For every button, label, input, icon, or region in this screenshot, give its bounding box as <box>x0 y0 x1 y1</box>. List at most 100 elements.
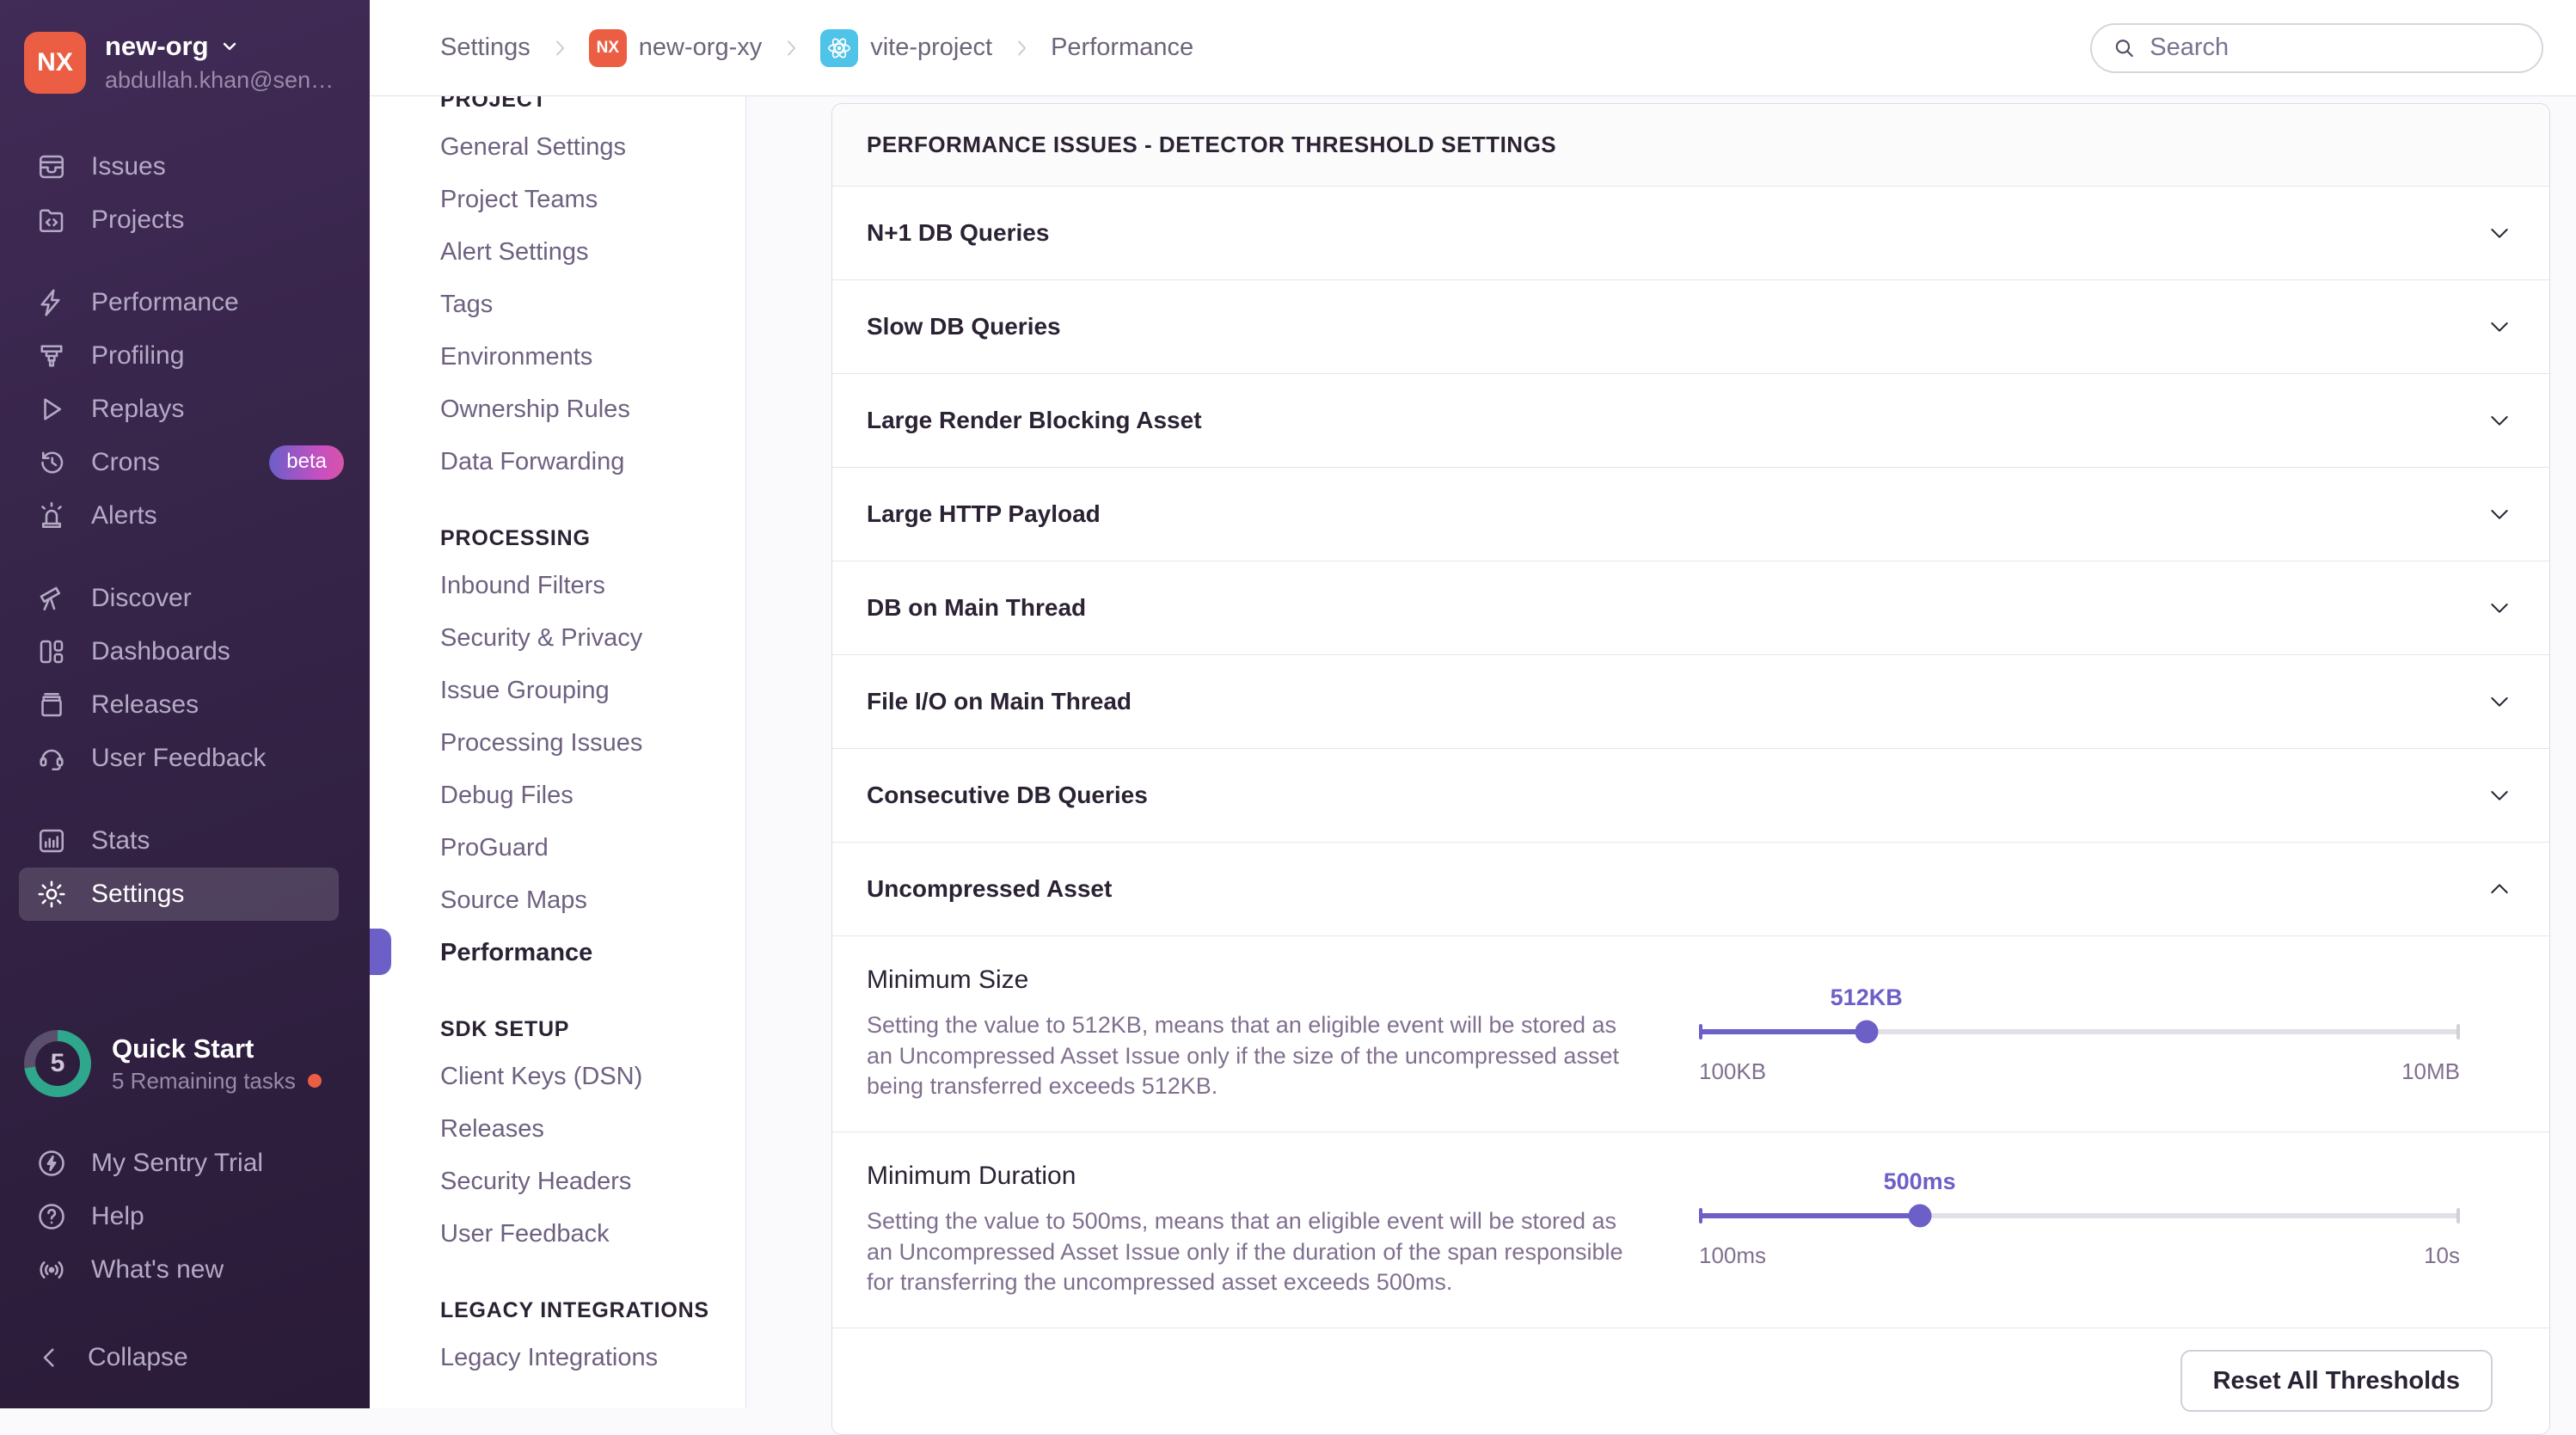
nav-item-issue-grouping[interactable]: Issue Grouping <box>440 665 745 717</box>
sidebar-item-user-feedback[interactable]: User Feedback <box>0 732 370 785</box>
nav-item-security-headers[interactable]: Security Headers <box>440 1156 745 1208</box>
sidebar-item-label: Help <box>91 1202 144 1231</box>
nav-section-sdk-setup: SDK SETUP <box>440 1017 745 1042</box>
nav-section-processing: PROCESSING <box>440 526 745 551</box>
nav-item-user-feedback[interactable]: User Feedback <box>440 1208 745 1260</box>
accordion-row-consecutive-db-queries[interactable]: Consecutive DB Queries <box>832 749 2549 843</box>
breadcrumb-separator-icon <box>548 36 572 60</box>
row-title: Large HTTP Payload <box>867 500 1101 528</box>
threshold-minimum-size: Minimum Size Setting the value to 512KB,… <box>832 936 2549 1132</box>
slider-handle[interactable] <box>1908 1204 1931 1227</box>
slider-track[interactable] <box>1699 1019 2460 1045</box>
sidebar-item-performance[interactable]: Performance <box>0 276 370 329</box>
nav-item-general-settings[interactable]: General Settings <box>440 121 745 174</box>
accordion-row-uncompressed-asset[interactable]: Uncompressed Asset <box>832 843 2549 936</box>
row-title: Uncompressed Asset <box>867 875 1112 903</box>
sidebar-item-label: Performance <box>91 288 239 317</box>
nav-item-client-keys[interactable]: Client Keys (DSN) <box>440 1051 745 1103</box>
minimum-size-slider: 512KB 100KB 10MB <box>1699 984 2460 1085</box>
slider-handle[interactable] <box>1855 1021 1878 1044</box>
sidebar-collapse-button[interactable]: Collapse <box>0 1331 370 1384</box>
nav-item-project-teams[interactable]: Project Teams <box>440 174 745 226</box>
slider-min-label: 100ms <box>1699 1242 1766 1269</box>
profiling-icon <box>36 340 67 371</box>
sidebar-item-crons[interactable]: Crons beta <box>0 436 370 489</box>
nav-item-debug-files[interactable]: Debug Files <box>440 770 745 822</box>
lightning-circle-icon <box>36 1148 67 1179</box>
nav-item-source-maps[interactable]: Source Maps <box>440 874 745 927</box>
sidebar-item-whats-new[interactable]: What's new <box>0 1243 370 1297</box>
main-sidebar: NX new-org abdullah.khan@sen… Issues Pro… <box>0 0 370 1408</box>
quick-start[interactable]: 5 Quick Start 5 Remaining tasks <box>0 1030 370 1097</box>
settings-nav: PROJECT General Settings Project Teams A… <box>370 96 746 1408</box>
nav-section-project: PROJECT <box>440 96 745 113</box>
sidebar-item-discover[interactable]: Discover <box>0 572 370 625</box>
sidebar-item-alerts[interactable]: Alerts <box>0 489 370 543</box>
breadcrumb-current-page: Performance <box>1051 34 1193 62</box>
sidebar-item-label: What's new <box>91 1255 224 1285</box>
reset-all-thresholds-button[interactable]: Reset All Thresholds <box>2180 1350 2493 1412</box>
search-input[interactable] <box>2150 34 2521 62</box>
chevron-down-icon <box>2486 313 2513 340</box>
slider-max-label: 10s <box>2424 1242 2460 1269</box>
row-title: File I/O on Main Thread <box>867 688 1132 715</box>
notification-dot <box>308 1074 322 1088</box>
sidebar-item-releases[interactable]: Releases <box>0 678 370 732</box>
nav-item-ownership-rules[interactable]: Ownership Rules <box>440 383 745 436</box>
search-box[interactable] <box>2090 23 2543 73</box>
breadcrumb-settings[interactable]: Settings <box>440 34 531 62</box>
slider-value-label: 512KB <box>1831 984 1903 1011</box>
folder-code-icon <box>36 205 67 236</box>
sidebar-item-dashboards[interactable]: Dashboards <box>0 625 370 678</box>
nav-item-releases[interactable]: Releases <box>440 1103 745 1156</box>
sidebar-item-label: User Feedback <box>91 744 266 773</box>
accordion-row-large-render-blocking-asset[interactable]: Large Render Blocking Asset <box>832 374 2549 468</box>
nav-item-data-forwarding[interactable]: Data Forwarding <box>440 436 745 488</box>
chevron-up-icon <box>2486 875 2513 903</box>
nav-item-environments[interactable]: Environments <box>440 331 745 383</box>
accordion-row-slow-db-queries[interactable]: Slow DB Queries <box>832 280 2549 374</box>
nav-item-performance[interactable]: Performance <box>440 927 745 979</box>
accordion-row-n1-db-queries[interactable]: N+1 DB Queries <box>832 187 2549 280</box>
sidebar-item-profiling[interactable]: Profiling <box>0 329 370 383</box>
gear-icon <box>36 879 67 910</box>
breadcrumb-separator-icon <box>779 36 803 60</box>
nav-item-inbound-filters[interactable]: Inbound Filters <box>440 560 745 612</box>
broadcast-icon <box>36 1254 67 1285</box>
nav-item-tags[interactable]: Tags <box>440 279 745 331</box>
sidebar-item-help[interactable]: Help <box>0 1190 370 1243</box>
threshold-title: Minimum Duration <box>867 1162 1639 1191</box>
accordion-row-large-http-payload[interactable]: Large HTTP Payload <box>832 468 2549 561</box>
slider-track[interactable] <box>1699 1203 2460 1229</box>
accordion-row-db-on-main-thread[interactable]: DB on Main Thread <box>832 561 2549 655</box>
breadcrumb-org[interactable]: NX new-org-xy <box>589 29 762 67</box>
org-switcher[interactable]: NX new-org abdullah.khan@sen… <box>0 0 370 118</box>
breadcrumb-project[interactable]: vite-project <box>820 29 992 67</box>
history-clock-icon <box>36 447 67 478</box>
sidebar-item-settings[interactable]: Settings <box>19 868 339 921</box>
stats-icon <box>36 825 67 856</box>
sidebar-item-replays[interactable]: Replays <box>0 383 370 436</box>
sidebar-item-issues[interactable]: Issues <box>0 140 370 193</box>
threshold-title: Minimum Size <box>867 966 1639 995</box>
sidebar-item-stats[interactable]: Stats <box>0 814 370 868</box>
play-icon <box>36 394 67 425</box>
accordion-row-file-io-on-main-thread[interactable]: File I/O on Main Thread <box>832 655 2549 749</box>
quickstart-title: Quick Start <box>112 1033 322 1064</box>
sidebar-item-trial[interactable]: My Sentry Trial <box>0 1137 370 1190</box>
sidebar-item-projects[interactable]: Projects <box>0 193 370 247</box>
sidebar-item-label: Settings <box>91 880 184 909</box>
chevron-down-icon <box>2486 219 2513 247</box>
sidebar-item-label: Projects <box>91 205 184 235</box>
nav-item-processing-issues[interactable]: Processing Issues <box>440 717 745 770</box>
nav-item-alert-settings[interactable]: Alert Settings <box>440 226 745 279</box>
search-icon <box>2113 35 2136 61</box>
sidebar-item-label: Profiling <box>91 341 184 371</box>
breadcrumb-separator-icon <box>1009 36 1033 60</box>
nav-item-security-privacy[interactable]: Security & Privacy <box>440 612 745 665</box>
nav-item-proguard[interactable]: ProGuard <box>440 822 745 874</box>
row-title: Large Render Blocking Asset <box>867 407 1202 434</box>
nav-item-legacy-integrations[interactable]: Legacy Integrations <box>440 1332 745 1384</box>
breadcrumb-label: new-org-xy <box>639 34 762 62</box>
active-indicator <box>370 929 391 975</box>
